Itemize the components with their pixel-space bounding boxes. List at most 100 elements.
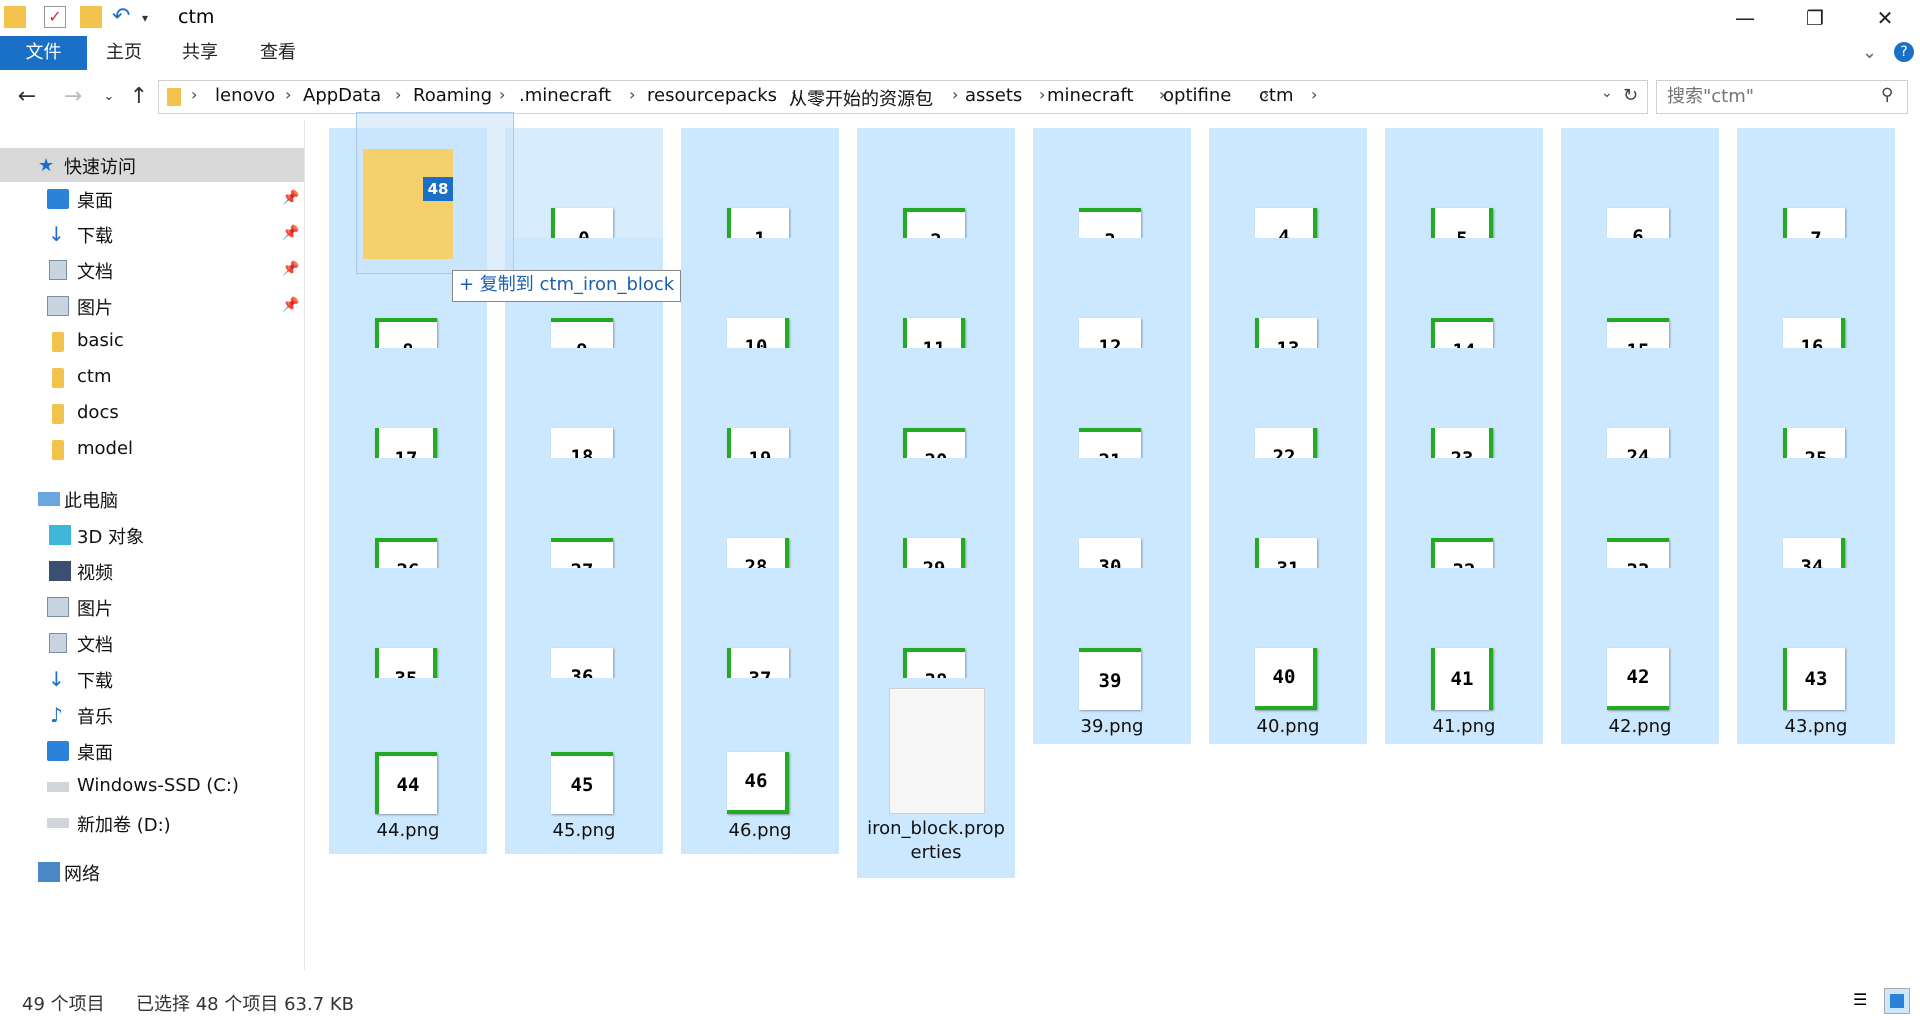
file-item[interactable]: 42 42.png bbox=[1561, 568, 1719, 744]
file-item-properties[interactable]: iron_block.prop erties bbox=[857, 678, 1015, 878]
nav-this-pc[interactable]: 此电脑 bbox=[0, 482, 304, 516]
nav-drive-c[interactable]: Windows-SSD (C:) bbox=[0, 770, 304, 804]
drag-count-badge: 48 bbox=[423, 177, 453, 201]
breadcrumb-minecraft[interactable]: minecraft bbox=[1047, 85, 1133, 106]
close-button[interactable]: ✕ bbox=[1850, 0, 1920, 36]
breadcrumb-assets[interactable]: assets bbox=[965, 85, 1022, 106]
help-icon[interactable]: ? bbox=[1894, 42, 1914, 62]
breadcrumb-separator[interactable]: › bbox=[499, 85, 505, 104]
search-box[interactable]: ⚲ bbox=[1656, 80, 1908, 114]
breadcrumb-minecraft-root[interactable]: .minecraft bbox=[519, 85, 611, 106]
back-button[interactable]: ← bbox=[14, 84, 40, 110]
breadcrumb-appdata[interactable]: AppData bbox=[303, 85, 381, 106]
picture-icon bbox=[47, 296, 69, 316]
breadcrumb-optifine[interactable]: optifine bbox=[1163, 85, 1231, 106]
breadcrumb-separator[interactable]: › bbox=[1311, 85, 1317, 104]
texture-number: 45 bbox=[570, 774, 594, 796]
minimize-button[interactable]: — bbox=[1710, 0, 1780, 36]
tab-home[interactable]: 主页 bbox=[104, 36, 144, 70]
file-item[interactable]: 39 39.png bbox=[1033, 568, 1191, 744]
properties-icon[interactable]: ✓ bbox=[44, 6, 66, 28]
file-item[interactable]: 46 46.png bbox=[681, 678, 839, 854]
video-icon bbox=[49, 561, 71, 581]
restore-button[interactable]: ❐ bbox=[1780, 0, 1850, 36]
file-name-base: 43 bbox=[1784, 716, 1808, 737]
breadcrumb-separator[interactable]: › bbox=[952, 85, 958, 104]
restore-icon: ❐ bbox=[1806, 6, 1824, 30]
new-folder-icon[interactable] bbox=[80, 6, 102, 28]
texture-number: 46 bbox=[744, 770, 768, 792]
copy-tooltip: + 复制到 ctm_iron_block bbox=[452, 270, 682, 302]
search-icon[interactable]: ⚲ bbox=[1881, 85, 1893, 105]
address-bar-row: ← → ⌄ ↑ › lenovo › AppData › Roaming › .… bbox=[0, 80, 1920, 114]
tab-view[interactable]: 查看 bbox=[258, 36, 298, 70]
file-item[interactable]: 43 43.png bbox=[1737, 568, 1895, 744]
file-item[interactable]: 44 44.png bbox=[329, 678, 487, 854]
nav-quick-access[interactable]: ★ 快速访问 bbox=[0, 148, 304, 182]
refresh-icon[interactable]: ↻ bbox=[1623, 85, 1638, 106]
drive-icon bbox=[47, 818, 69, 828]
chevron-down-icon[interactable]: ⌄ bbox=[1862, 42, 1877, 63]
nav-pictures-pc[interactable]: 图片 bbox=[0, 590, 304, 624]
nav-desktop[interactable]: 桌面 📌 bbox=[0, 182, 304, 216]
folder-icon bbox=[167, 88, 181, 106]
undo-icon[interactable]: ↶ bbox=[112, 6, 134, 28]
computer-icon bbox=[38, 492, 60, 506]
customize-dropdown-icon[interactable]: ▾ bbox=[142, 6, 164, 28]
breadcrumb-pack[interactable]: 从零开始的资源包 bbox=[789, 85, 933, 111]
file-extension: .png bbox=[1455, 716, 1496, 737]
nav-downloads-pc[interactable]: ↓ 下载 bbox=[0, 662, 304, 696]
nav-drive-d[interactable]: 新加卷 (D:) bbox=[0, 806, 304, 840]
arrow-right-icon: → bbox=[63, 84, 83, 109]
drive-icon bbox=[47, 782, 69, 792]
nav-documents-pc[interactable]: 文档 bbox=[0, 626, 304, 660]
arrow-up-icon: ↑ bbox=[129, 84, 149, 109]
file-item[interactable]: 40 40.png bbox=[1209, 568, 1367, 744]
breadcrumb-separator[interactable]: › bbox=[285, 85, 291, 104]
download-icon: ↓ bbox=[48, 222, 65, 246]
breadcrumb-separator[interactable]: › bbox=[395, 85, 401, 104]
nav-3d-objects[interactable]: 3D 对象 bbox=[0, 518, 304, 552]
breadcrumb-lenovo[interactable]: lenovo bbox=[215, 85, 275, 106]
nav-videos[interactable]: 视频 bbox=[0, 554, 304, 588]
nav-network[interactable]: 网络 bbox=[0, 855, 304, 889]
nav-folder-docs[interactable]: docs bbox=[0, 397, 304, 431]
file-name: 44.png bbox=[329, 820, 487, 841]
nav-folder-ctm[interactable]: ctm bbox=[0, 361, 304, 395]
breadcrumb-resourcepacks[interactable]: resourcepacks bbox=[647, 85, 777, 106]
texture-number: 43 bbox=[1804, 668, 1828, 690]
large-icons-view-button[interactable] bbox=[1884, 988, 1910, 1014]
file-item[interactable]: 41 41.png bbox=[1385, 568, 1543, 744]
folder-icon bbox=[52, 332, 64, 352]
file-name-base: 39 bbox=[1080, 716, 1104, 737]
breadcrumb-roaming[interactable]: Roaming bbox=[413, 85, 492, 106]
tab-file[interactable]: 文件 bbox=[0, 36, 87, 70]
picture-icon bbox=[47, 597, 69, 617]
breadcrumb-separator[interactable]: › bbox=[191, 85, 197, 104]
recent-locations-button[interactable]: ⌄ bbox=[96, 84, 122, 110]
search-input[interactable] bbox=[1665, 85, 1869, 108]
forward-button[interactable]: → bbox=[60, 84, 86, 110]
nav-folder-model[interactable]: model bbox=[0, 433, 304, 467]
breadcrumb-separator[interactable]: › bbox=[1039, 85, 1045, 104]
nav-pictures[interactable]: 图片 📌 bbox=[0, 289, 304, 323]
nav-folder-basic[interactable]: basic bbox=[0, 325, 304, 359]
folder-icon bbox=[52, 404, 64, 424]
3d-objects-icon bbox=[49, 525, 71, 545]
breadcrumb-ctm[interactable]: ctm bbox=[1259, 85, 1294, 106]
address-history-dropdown[interactable]: ⌄ bbox=[1601, 85, 1613, 101]
texture-thumbnail: 45 bbox=[551, 752, 613, 814]
up-button[interactable]: ↑ bbox=[126, 84, 152, 110]
address-box[interactable]: › lenovo › AppData › Roaming › .minecraf… bbox=[158, 80, 1648, 114]
details-view-button[interactable]: ☰ bbox=[1852, 988, 1878, 1014]
file-item[interactable]: 45 45.png bbox=[505, 678, 663, 854]
nav-desktop-pc[interactable]: 桌面 bbox=[0, 734, 304, 768]
texture-thumbnail: 44 bbox=[375, 752, 437, 814]
nav-music[interactable]: ♪ 音乐 bbox=[0, 698, 304, 732]
file-extension: .png bbox=[751, 820, 792, 841]
nav-documents[interactable]: 文档 📌 bbox=[0, 253, 304, 287]
tab-share[interactable]: 共享 bbox=[180, 36, 220, 70]
breadcrumb-separator[interactable]: › bbox=[629, 85, 635, 104]
nav-downloads[interactable]: ↓ 下载 📌 bbox=[0, 217, 304, 251]
texture-thumbnail: 40 bbox=[1255, 648, 1317, 710]
